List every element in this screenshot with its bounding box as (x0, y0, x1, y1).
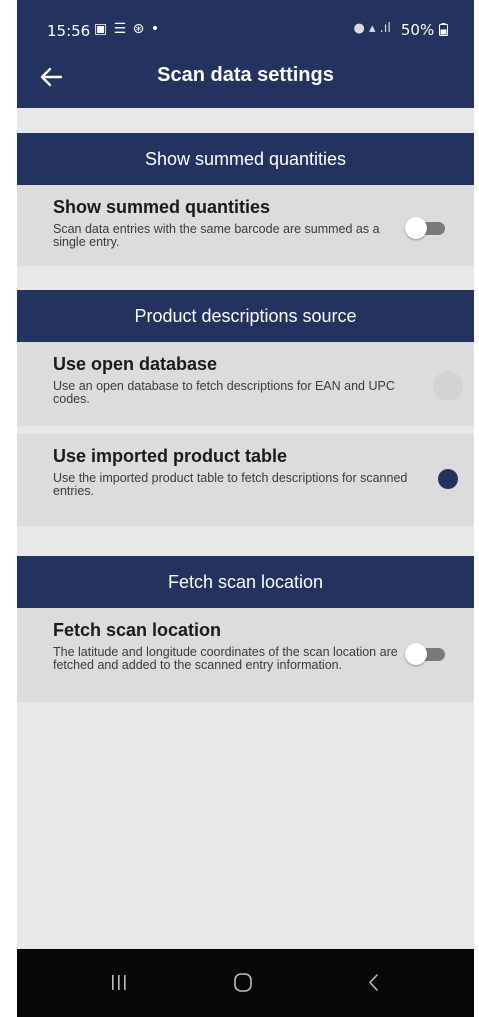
section-header-descriptions: Product descriptions source (17, 290, 474, 342)
status-notification-icons: ▣ ☰ ⊛ • (94, 21, 161, 37)
home-button[interactable] (223, 967, 263, 997)
setting-row-fetch-location[interactable]: Fetch scan location The latitude and lon… (17, 608, 474, 702)
status-time: 15:56 (47, 22, 91, 40)
section-header-location: Fetch scan location (17, 556, 474, 608)
setting-description: Scan data entries with the same barcode … (53, 222, 380, 249)
battery-percent: 50% (400, 21, 435, 39)
system-nav-bar (17, 949, 474, 1017)
toggle-thumb (405, 643, 427, 665)
radio-selected-dot (438, 469, 458, 489)
setting-description: Use an open database to fetch descriptio… (53, 379, 395, 406)
setting-title: Fetch scan location (53, 620, 222, 640)
toggle-thumb (405, 217, 427, 239)
signal-icon: ● ▴ .ıl (353, 21, 392, 36)
phone-screen: 15:56 ▣ ☰ ⊛ • ● ▴ .ıl 50% Scan data sett… (17, 0, 474, 1017)
imported-table-radio[interactable] (433, 464, 463, 494)
battery-icon (439, 23, 448, 36)
battery-level: 50% (401, 21, 448, 39)
home-icon (234, 973, 252, 992)
system-back-button[interactable] (353, 967, 393, 997)
section-header-summed: Show summed quantities (17, 133, 474, 185)
recent-apps-icon (112, 975, 126, 990)
open-database-radio[interactable] (433, 371, 463, 401)
setting-row-summed-quantities[interactable]: Show summed quantities Scan data entries… (17, 185, 474, 266)
back-chevron-icon (369, 974, 378, 991)
setting-title: Use imported product table (53, 446, 288, 466)
top-bar: 15:56 ▣ ☰ ⊛ • ● ▴ .ıl 50% Scan data sett… (17, 0, 474, 108)
settings-list: Show summed quantities Show summed quant… (17, 108, 474, 949)
setting-title: Use open database (53, 354, 218, 374)
app-bar: Scan data settings (17, 55, 474, 107)
setting-description: Use the imported product table to fetch … (53, 471, 408, 498)
setting-row-imported-table[interactable]: Use imported product table Use the impor… (17, 434, 474, 526)
status-bar: 15:56 ▣ ☰ ⊛ • ● ▴ .ıl 50% (17, 0, 474, 50)
fetch-location-toggle[interactable] (405, 643, 447, 665)
summed-quantities-toggle[interactable] (405, 217, 447, 239)
page-title: Scan data settings (157, 64, 334, 86)
setting-row-open-database[interactable]: Use open database Use an open database t… (17, 342, 474, 426)
recent-apps-button[interactable] (99, 967, 139, 997)
setting-title: Show summed quantities (53, 197, 271, 217)
setting-description: The latitude and longitude coordinates o… (53, 645, 398, 672)
